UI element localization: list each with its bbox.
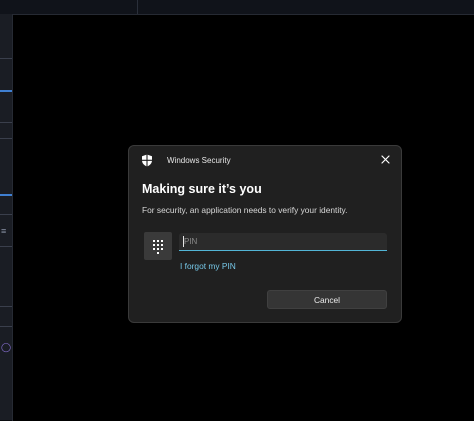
cancel-button[interactable]: Cancel: [267, 290, 387, 309]
background-sidebar-divider: [0, 122, 12, 123]
pin-method-tile: [144, 232, 172, 260]
close-button[interactable]: [375, 149, 395, 169]
list-icon: ≡: [1, 226, 7, 236]
background-sidebar: ≡ ◯: [0, 14, 12, 420]
pin-input[interactable]: [179, 233, 387, 250]
dialog-header: Windows Security: [129, 146, 401, 174]
background-sidebar-divider: [0, 306, 12, 307]
dialog-description: For security, an application needs to ve…: [142, 205, 348, 215]
dialog-app-title: Windows Security: [167, 156, 231, 165]
shield-icon: [142, 154, 152, 167]
text-caret: [183, 236, 184, 247]
background-sidebar-divider: [0, 246, 12, 247]
check-circle-icon: ◯: [1, 342, 12, 352]
close-icon: [380, 154, 390, 164]
forgot-pin-link[interactable]: I forgot my PIN: [180, 261, 236, 272]
dialog-heading: Making sure it’s you: [142, 182, 262, 196]
background-sidebar-accent: [0, 194, 12, 196]
background-sidebar-accent: [0, 90, 12, 92]
background-sidebar-divider: [0, 58, 12, 59]
background-sidebar-divider: [0, 326, 12, 327]
keypad-icon: [153, 240, 163, 254]
background-title-strip: [0, 0, 474, 14]
background-sidebar-divider: [0, 214, 12, 215]
security-dialog: Windows Security Making sure it’s you Fo…: [128, 145, 402, 323]
background-sidebar-divider: [0, 138, 12, 139]
background-tab-segment: [0, 0, 138, 14]
pin-field-container: [179, 233, 387, 251]
